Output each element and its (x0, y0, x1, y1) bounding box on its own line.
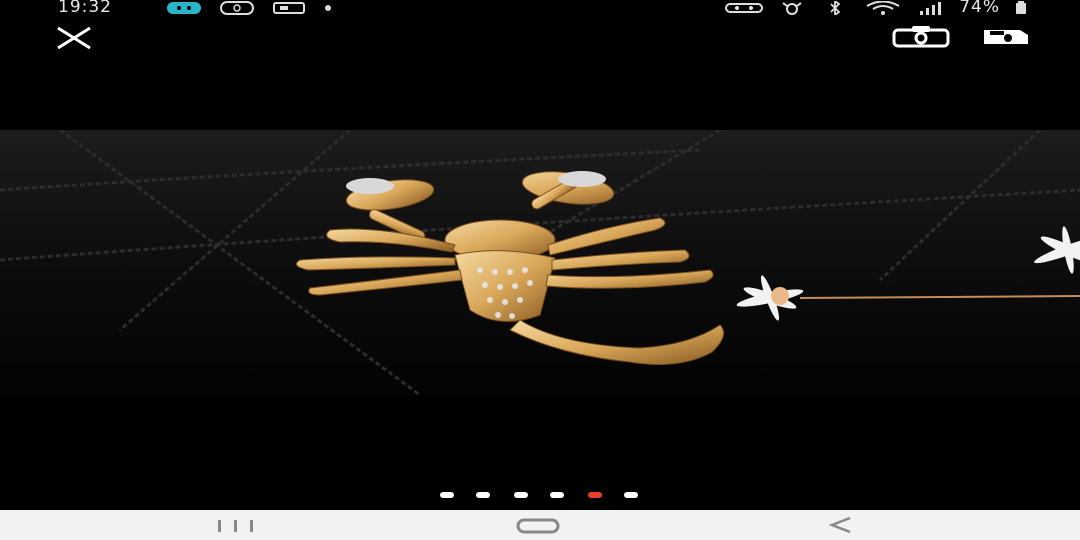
save-icon (984, 30, 1028, 44)
save-button[interactable] (980, 22, 1032, 52)
alarm-icon (782, 2, 802, 15)
gallery-app-icon (273, 2, 305, 14)
status-bar: 19:32 74% (0, 0, 1080, 17)
recents-button[interactable] (214, 514, 258, 538)
back-icon (828, 516, 851, 534)
status-time: 19:32 (58, 0, 112, 17)
pager-dot[interactable] (550, 492, 564, 498)
status-icons-right: 74% (725, 0, 1028, 17)
status-icons-left (166, 0, 332, 16)
phone-app-icon (220, 1, 254, 15)
pager-dot[interactable] (624, 492, 638, 498)
pager-dot[interactable] (476, 492, 490, 498)
product-photo[interactable] (0, 130, 1080, 395)
wifi-icon (866, 1, 900, 15)
image-pager (0, 492, 1080, 502)
close-icon (57, 26, 91, 50)
chat-app-icon (167, 2, 201, 14)
pager-dot-active[interactable] (588, 492, 602, 498)
camera-icon (892, 26, 950, 48)
pager-dot[interactable] (514, 492, 528, 498)
recents-icon (218, 520, 253, 532)
battery-percent: 74% (959, 0, 1000, 17)
home-button[interactable] (514, 514, 562, 538)
battery-icon (1016, 1, 1026, 14)
navigation-bar (0, 510, 1080, 540)
signal-icon (920, 2, 942, 15)
scorpion-brooch-image (0, 130, 1080, 395)
close-button[interactable] (54, 24, 94, 52)
notification-dot-icon (325, 5, 331, 11)
bluetooth-icon (830, 1, 841, 15)
pager-dot[interactable] (440, 492, 454, 498)
camera-button[interactable] (890, 22, 952, 52)
viewer-toolbar (0, 18, 1080, 52)
vr-icon (725, 3, 764, 13)
back-button[interactable] (826, 514, 856, 538)
home-icon (516, 518, 560, 534)
